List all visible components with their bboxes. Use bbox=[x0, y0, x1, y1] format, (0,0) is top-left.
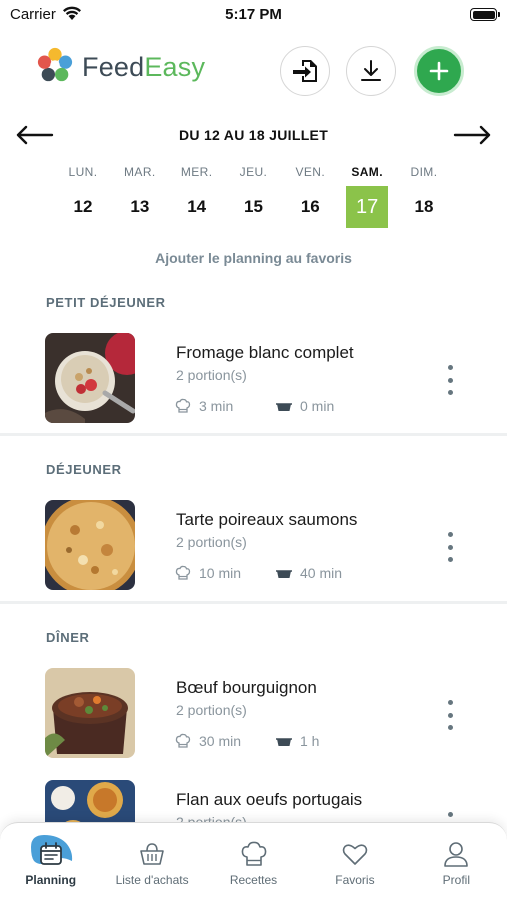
tab-favorites[interactable]: Favoris bbox=[304, 823, 405, 900]
day-number: 15 bbox=[244, 197, 263, 216]
plus-icon bbox=[429, 61, 449, 81]
day-name: DIM. bbox=[410, 165, 438, 179]
prep-time-value: 3 min bbox=[199, 398, 234, 414]
day-selector: LUN. 12 MAR. 13 MER. 14 JEU. 15 VEN. 16 … bbox=[60, 162, 447, 232]
cook-time: 1 h bbox=[276, 733, 319, 749]
more-options-icon[interactable] bbox=[440, 532, 460, 562]
day-name: MAR. bbox=[124, 165, 156, 179]
prep-time-value: 10 min bbox=[199, 565, 242, 581]
brand-name-part1: Feed bbox=[82, 52, 145, 82]
day-tuesday[interactable]: MAR. 13 bbox=[117, 162, 163, 232]
recipe-portions: 2 portion(s) bbox=[176, 367, 247, 383]
recipe-portions: 2 portion(s) bbox=[176, 702, 247, 718]
cook-time: 40 min bbox=[276, 565, 342, 581]
cooking-pot-icon bbox=[276, 570, 292, 578]
recipe-image bbox=[45, 500, 135, 590]
tab-planning[interactable]: Planning bbox=[0, 823, 101, 900]
tab-label: Planning bbox=[25, 873, 77, 887]
download-button[interactable] bbox=[346, 46, 396, 96]
section-title-lunch: DÉJEUNER bbox=[46, 462, 122, 477]
more-options-icon[interactable] bbox=[440, 365, 460, 395]
prep-time: 30 min bbox=[175, 733, 241, 749]
section-title-breakfast: PETIT DÉJEUNER bbox=[46, 295, 166, 310]
section-title-dinner: DÎNER bbox=[46, 630, 90, 645]
recipe-card[interactable]: Bœuf bourguignon 2 portion(s) 30 min 1 h bbox=[0, 668, 507, 768]
day-name: SAM. bbox=[351, 165, 383, 179]
chef-hat-icon bbox=[241, 841, 266, 866]
day-thursday[interactable]: JEU. 15 bbox=[230, 162, 276, 232]
tab-label: Liste d'achats bbox=[115, 873, 189, 887]
tab-label: Favoris bbox=[335, 873, 375, 887]
add-button[interactable] bbox=[414, 46, 464, 96]
download-icon bbox=[361, 60, 381, 81]
tab-label: Profil bbox=[442, 873, 470, 887]
tab-profile[interactable]: Profil bbox=[406, 823, 507, 900]
day-number: 14 bbox=[187, 197, 207, 216]
tab-recipes[interactable]: Recettes bbox=[203, 823, 304, 900]
cook-time-value: 0 min bbox=[300, 398, 335, 414]
brand-name: FeedEasy bbox=[82, 52, 205, 83]
brand-name-part2: Easy bbox=[144, 52, 206, 82]
add-planning-to-favorites-link[interactable]: Ajouter le planning au favoris bbox=[0, 250, 507, 266]
recipe-title: Flan aux oeufs portugais bbox=[176, 790, 363, 809]
heart-icon bbox=[342, 844, 368, 865]
import-icon bbox=[293, 60, 317, 82]
prep-time-value: 30 min bbox=[199, 733, 242, 749]
day-number-selected: 17 bbox=[346, 186, 389, 228]
day-number: 18 bbox=[414, 197, 434, 216]
day-name: JEU. bbox=[239, 165, 268, 179]
day-saturday-selected[interactable]: SAM. 17 bbox=[344, 162, 390, 232]
feedeasy-logo-icon bbox=[37, 47, 73, 82]
next-week-arrow-icon[interactable] bbox=[453, 122, 493, 148]
chef-hat-icon bbox=[175, 565, 191, 580]
day-name: VEN. bbox=[295, 165, 326, 179]
recipe-card[interactable]: Fromage blanc complet 2 portion(s) 3 min… bbox=[0, 333, 507, 433]
user-icon bbox=[444, 842, 469, 867]
week-title: DU 12 AU 18 JUILLET bbox=[178, 127, 329, 143]
cooking-pot-icon bbox=[276, 403, 292, 411]
status-bar: Carrier 5:17 PM bbox=[0, 0, 507, 30]
day-name: LUN. bbox=[68, 165, 98, 179]
day-number: 12 bbox=[73, 197, 93, 216]
more-options-icon[interactable] bbox=[440, 700, 460, 730]
chef-hat-icon bbox=[175, 398, 191, 413]
cook-time-value: 40 min bbox=[300, 565, 343, 581]
day-number: 13 bbox=[130, 197, 150, 216]
import-button[interactable] bbox=[280, 46, 330, 96]
prep-time: 10 min bbox=[175, 565, 241, 581]
tab-shopping-list[interactable]: Liste d'achats bbox=[101, 823, 202, 900]
day-sunday[interactable]: DIM. 18 bbox=[401, 162, 447, 232]
recipe-image bbox=[45, 333, 135, 423]
recipe-portions: 2 portion(s) bbox=[176, 534, 247, 550]
battery-icon bbox=[470, 8, 500, 21]
cooking-pot-icon bbox=[276, 738, 292, 746]
app-header: FeedEasy bbox=[0, 40, 507, 100]
recipe-title: Fromage blanc complet bbox=[176, 343, 354, 362]
cook-time-value: 1 h bbox=[300, 733, 320, 749]
basket-icon bbox=[140, 843, 164, 865]
day-name: MER. bbox=[180, 165, 213, 179]
chef-hat-icon bbox=[175, 733, 191, 748]
section-divider bbox=[0, 433, 507, 436]
tab-label: Recettes bbox=[229, 873, 278, 887]
recipe-title: Bœuf bourguignon bbox=[176, 678, 317, 697]
day-friday[interactable]: VEN. 16 bbox=[287, 162, 333, 232]
recipe-title: Tarte poireaux saumons bbox=[176, 510, 358, 529]
day-wednesday[interactable]: MER. 14 bbox=[174, 162, 220, 232]
bottom-tab-bar: Planning Liste d'achats Recettes Favoris… bbox=[0, 822, 507, 900]
recipe-card[interactable]: Tarte poireaux saumons 2 portion(s) 10 m… bbox=[0, 500, 507, 600]
cook-time: 0 min bbox=[276, 398, 334, 414]
clock: 5:17 PM bbox=[225, 6, 282, 23]
day-monday[interactable]: LUN. 12 bbox=[60, 162, 106, 232]
day-number: 16 bbox=[300, 197, 320, 216]
calendar-icon bbox=[39, 842, 62, 865]
recipe-image bbox=[45, 668, 135, 758]
week-navigation: DU 12 AU 18 JUILLET bbox=[0, 118, 507, 152]
section-divider bbox=[0, 601, 507, 604]
prep-time: 3 min bbox=[175, 398, 233, 414]
